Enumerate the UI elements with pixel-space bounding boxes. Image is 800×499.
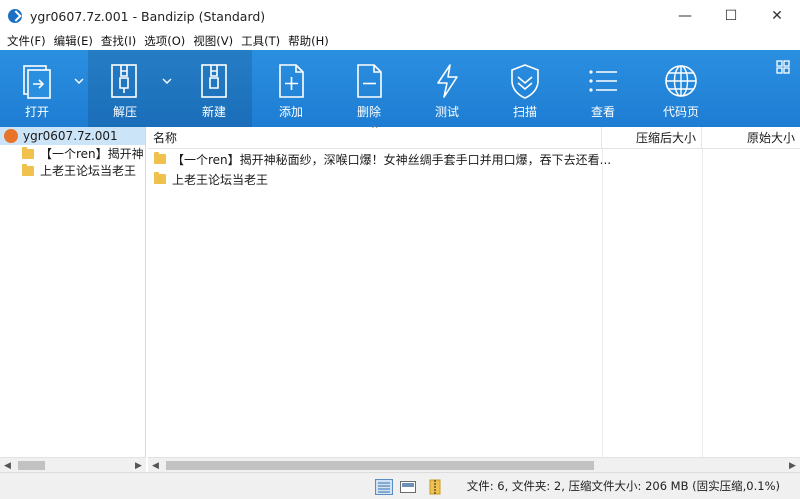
codepage-button[interactable]: 代码页 [642,50,720,127]
tree-root-archive[interactable]: ygr0607.7z.001 [0,127,145,145]
tree-horizontal-scrollbar[interactable]: ◀ ▶ [0,457,146,472]
folder-icon [22,146,34,159]
shield-icon [511,64,539,99]
archive-info-icon[interactable] [426,479,444,495]
details-view-icon[interactable] [375,479,393,495]
file-row-name: 上老王论坛当老王 [172,172,269,187]
column-compressed-size[interactable]: 压缩后大小 [602,127,702,149]
scan-label: 扫描 [512,105,537,119]
globe-icon [665,65,697,97]
view-label: 查看 [590,105,615,119]
lightning-icon [437,64,458,98]
codepage-label: 代码页 [662,105,699,119]
menu-help[interactable]: 帮助(H) [284,32,333,50]
status-bar: 文件: 6, 文件夹: 2, 压缩文件大小: 206 MB (固实压缩,0.1%… [0,472,800,499]
tree-root-label: ygr0607.7z.001 [23,129,118,143]
folder-icon [154,172,166,184]
status-text: 文件: 6, 文件夹: 2, 压缩文件大小: 206 MB (固实压缩,0.1%… [466,479,780,493]
folder-icon [22,163,34,176]
tree-item-label: 上老王论坛当老王 [40,164,137,178]
open-dropdown-icon[interactable] [74,76,84,86]
menu-bar: 文件(F) 编辑(E) 查找(I) 选项(O) 视图(V) 工具(T) 帮助(H… [0,32,800,50]
file-list: ^ 名称 压缩后大小 原始大小 【一个ren】揭开神秘面纱，深喉口爆！女神丝绸手… [148,125,800,457]
scroll-right-icon[interactable]: ▶ [785,458,800,473]
maximize-button[interactable]: ☐ [708,0,754,32]
open-label: 打开 [24,105,49,119]
sort-ascending-icon: ^ [371,125,379,135]
scroll-right-icon[interactable]: ▶ [131,458,146,473]
extract-dropdown-icon[interactable] [162,76,172,86]
delete-label: 删除 [356,105,381,119]
delete-file-icon [357,64,382,98]
folder-tree: ygr0607.7z.001 【一个ren】揭开神 上老王论坛当老王 [0,127,146,457]
menu-tools[interactable]: 工具(T) [237,32,284,50]
column-divider [702,149,703,457]
delete-button[interactable]: 删除 [330,50,408,127]
toolbar: 打开 解压 新建 添加 删除 测试 扫描 查看 代码页 [0,50,800,127]
new-button[interactable]: 新建 [176,50,252,127]
scroll-left-icon[interactable]: ◀ [0,458,15,473]
tree-item-label: 【一个ren】揭开神 [40,147,144,161]
window-controls: — ☐ ✕ [662,0,800,32]
column-original-size[interactable]: 原始大小 [702,127,800,149]
test-button[interactable]: 测试 [408,50,486,127]
tree-item-folder-1[interactable]: 【一个ren】揭开神 [0,145,145,162]
add-label: 添加 [278,105,303,119]
close-button[interactable]: ✕ [754,0,800,32]
file-row-name: 【一个ren】揭开神秘面纱，深喉口爆！女神丝绸手套手口并用口爆，吞下去还看... [172,152,612,167]
scroll-thumb[interactable] [166,461,594,470]
menu-edit[interactable]: 编辑(E) [50,32,97,50]
list-view-icon [589,70,617,92]
window-title: ygr0607.7z.001 - Bandizip (Standard) [30,8,266,24]
folder-icon [154,152,166,164]
scroll-left-icon[interactable]: ◀ [148,458,163,473]
add-file-icon [279,64,304,98]
open-icon [23,65,51,99]
column-divider [602,149,603,457]
preview-pane-icon[interactable] [399,479,417,495]
scan-button[interactable]: 扫描 [486,50,564,127]
archive-icon [4,129,18,143]
open-button[interactable]: 打开 [0,50,88,127]
file-list-horizontal-scrollbar[interactable]: ◀ ▶ [148,457,800,472]
menu-file[interactable]: 文件(F) [3,32,50,50]
menu-options[interactable]: 选项(O) [140,32,189,50]
extract-label: 解压 [112,105,137,119]
title-bar: ygr0607.7z.001 - Bandizip (Standard) — ☐… [0,0,800,32]
bandizip-app-icon [8,9,22,23]
view-button[interactable]: 查看 [564,50,642,127]
tree-item-folder-2[interactable]: 上老王论坛当老王 [0,162,145,179]
minimize-button[interactable]: — [662,0,708,32]
test-label: 测试 [434,105,459,119]
file-list-header: ^ 名称 压缩后大小 原始大小 [148,125,800,149]
layout-grid-icon[interactable] [776,60,790,74]
menu-view[interactable]: 视图(V) [189,32,237,50]
menu-find[interactable]: 查找(I) [97,32,140,50]
scroll-thumb[interactable] [18,461,45,470]
new-archive-icon [201,64,227,98]
new-label: 新建 [201,105,226,119]
extract-button[interactable]: 解压 [88,50,176,127]
add-button[interactable]: 添加 [252,50,330,127]
extract-zipper-icon [111,64,137,98]
